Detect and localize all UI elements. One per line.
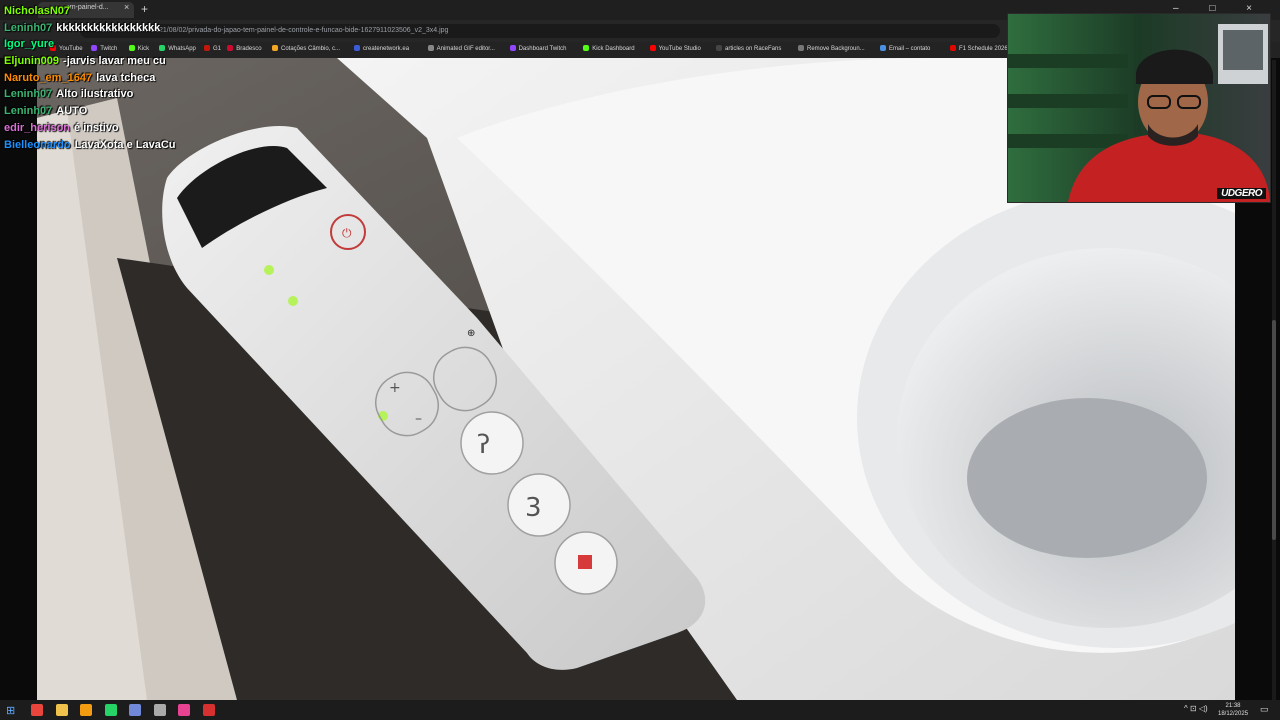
system-tray[interactable]: ^ ⊡ ◁) <box>1184 704 1208 713</box>
bookmark-item[interactable]: Dashboard Twitch <box>509 45 567 52</box>
bookmark-favicon-icon <box>950 45 956 51</box>
bookmark-item[interactable]: Remove Backgroun... <box>798 45 865 52</box>
whatsapp-icon[interactable] <box>104 704 117 716</box>
clock-date: 18/12/2025 <box>1218 711 1249 717</box>
chat-username: Leninh07 <box>4 88 53 101</box>
chat-username: Bielleonardo <box>4 138 71 151</box>
bookmark-favicon-icon <box>583 45 590 51</box>
bookmark-favicon-icon <box>880 45 886 51</box>
bookmark-item[interactable]: Kick Dashboard <box>583 45 635 52</box>
folder-icon[interactable] <box>55 704 68 716</box>
chat-username: Leninh07 <box>4 21 53 34</box>
webcam-illustration <box>1008 14 1270 202</box>
bookmark-favicon-icon <box>509 45 516 51</box>
bookmark-label: Animated GIF editor... <box>436 46 495 52</box>
bookmark-label: F1 Schedule 2026 <box>959 46 1008 52</box>
chat-message: Leninh07 Alto ilustrativo <box>4 86 234 103</box>
chat-username: edir_herison <box>4 121 71 134</box>
chat-username: Leninh07 <box>4 105 53 118</box>
bookmark-favicon-icon <box>272 45 278 51</box>
obs-icon[interactable] <box>153 704 166 716</box>
bookmark-label: articles on RaceFans <box>725 46 782 52</box>
bookmark-favicon-icon <box>354 45 360 51</box>
chrome-icon[interactable] <box>31 704 43 716</box>
svg-text:⊕: ⊕ <box>467 328 475 339</box>
windows-taskbar <box>0 700 1280 720</box>
bookmark-favicon-icon <box>649 45 656 51</box>
bookmark-item[interactable]: Email – contato <box>880 45 930 52</box>
chat-message: NicholasN07 <box>4 3 234 20</box>
chat-message: Naruto_em_1647 lava tcheca <box>4 70 234 87</box>
chat-message: Eljunin009 -jarvis lavar meu cu <box>4 53 234 70</box>
bookmark-item[interactable]: articles on RaceFans <box>716 45 781 52</box>
chat-message: Leninh07 AUTO <box>4 103 234 120</box>
system-clock[interactable]: 21:38 18/12/2025 <box>1218 702 1248 718</box>
chat-username: Naruto_em_1647 <box>4 71 93 84</box>
streamer-webcam: UDGERO <box>1007 13 1271 203</box>
bookmark-label: createnetwork.ea <box>363 46 410 52</box>
bookmark-favicon-icon <box>716 45 722 51</box>
svg-text:⏻: ⏻ <box>342 226 352 240</box>
stream-chat-overlay: NicholasN07 Leninh07 kkkkkkkkkkkkkkkkk Igor… <box>4 3 234 153</box>
chat-text: Alto ilustrativo <box>56 88 134 101</box>
windows-start-icon[interactable]: ⊞ <box>6 704 15 717</box>
svg-text:ʔ: ʔ <box>477 430 490 460</box>
clock-time: 21:38 <box>1225 703 1241 709</box>
svg-text:–: – <box>415 411 422 427</box>
chat-text: kkkkkkkkkkkkkkkkk <box>56 21 161 34</box>
notification-icon[interactable]: ▭ <box>1260 704 1269 715</box>
chat-message: Leninh07 kkkkkkkkkkkkkkkkk <box>4 20 234 37</box>
chat-message: edir_herison é instivo <box>4 120 234 137</box>
svg-text:+: + <box>389 380 401 396</box>
chat-text: LavaXota e LavaCu <box>74 138 176 151</box>
app-icon[interactable] <box>178 704 190 716</box>
mail-icon[interactable] <box>80 704 92 716</box>
bookmark-item[interactable]: createnetwork.ea <box>354 45 409 52</box>
bookmark-label: Kick Dashboard <box>592 46 635 52</box>
bookmark-item[interactable]: Animated GIF editor... <box>427 45 495 52</box>
chat-text: -jarvis lavar meu cu <box>63 55 166 68</box>
bookmark-label: Remove Backgroun... <box>807 46 865 52</box>
chat-username: NicholasN07 <box>4 5 71 17</box>
bookmark-label: Dashboard Twitch <box>518 46 567 52</box>
pen-icon[interactable] <box>202 704 215 716</box>
discord-icon[interactable] <box>129 704 141 716</box>
bookmark-favicon-icon <box>798 45 804 51</box>
chat-message: Bielleonardo LavaXota e LavaCu <box>4 137 234 154</box>
bookmark-label: YouTube Studio <box>658 46 701 52</box>
bookmark-label: Cotações Câmbio, c... <box>281 46 341 52</box>
bookmark-item[interactable]: Cotações Câmbio, c... <box>272 45 340 52</box>
chat-text: lava tcheca <box>96 71 156 84</box>
bookmark-item[interactable]: F1 Schedule 2026 <box>950 45 1008 52</box>
streamer-logo: UDGERO <box>1217 188 1266 199</box>
chat-username: Eljunin009 <box>4 55 60 68</box>
chat-text: é instivo <box>74 121 119 134</box>
bookmark-label: Bradesco <box>236 46 262 52</box>
svg-text:3: 3 <box>525 493 542 523</box>
chat-username: Igor_yure <box>4 38 55 51</box>
chat-text: AUTO <box>56 105 88 118</box>
bookmark-item[interactable]: YouTube Studio <box>649 45 701 52</box>
scrollbar-thumb[interactable] <box>1272 320 1276 540</box>
bookmark-favicon-icon <box>427 45 434 51</box>
chat-message: Igor_yure <box>4 36 234 53</box>
bookmark-label: Email – contato <box>889 46 931 52</box>
